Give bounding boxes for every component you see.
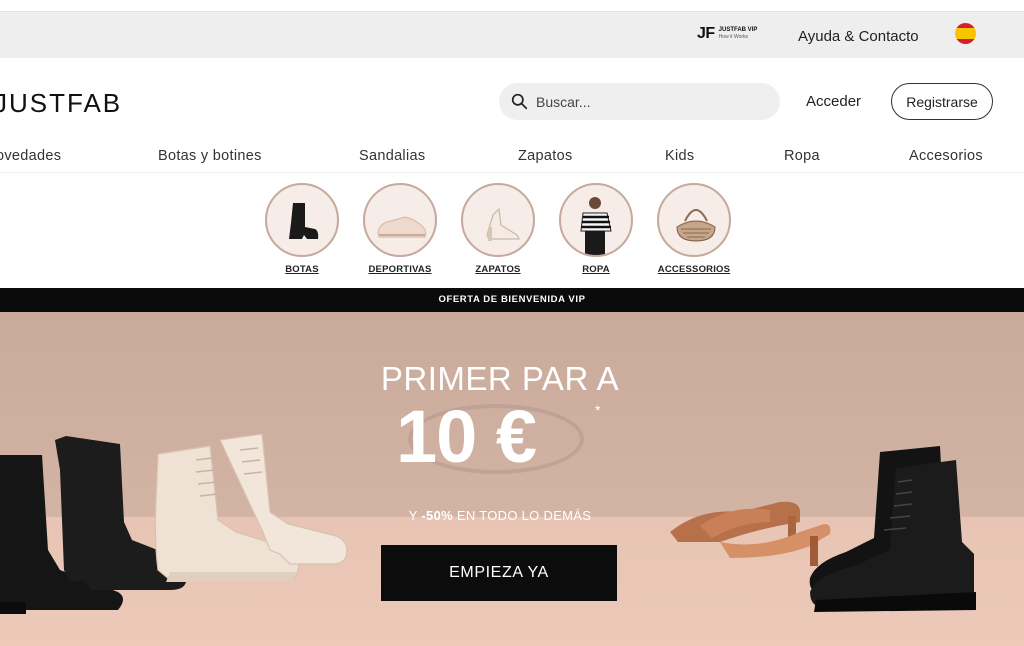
category-deportivas[interactable]: DEPORTIVAS — [360, 183, 440, 275]
shoes-right-image — [670, 446, 976, 612]
hero-sub-prefix: Y — [408, 508, 418, 523]
vip-logo-mark: JF — [697, 25, 715, 42]
handbag-icon — [657, 183, 731, 257]
nav-item-kids[interactable]: Kids — [665, 148, 694, 164]
brand-logo[interactable]: JUSTFAB — [0, 88, 122, 119]
clothing-icon — [559, 183, 633, 257]
hero-title: PRIMER PAR A — [380, 360, 620, 397]
main-nav: ovedades Botas y botines Sandalias Zapat… — [0, 144, 1024, 172]
search-input[interactable] — [536, 93, 756, 110]
hero-price-block: 10 € * — [390, 394, 620, 484]
category-label: ACCESSORIOS — [657, 264, 731, 275]
category-shortcuts: BOTAS DEPORTIVAS ZAPATOS ROPA ACCESSORIO… — [0, 173, 1024, 288]
sneaker-icon — [363, 183, 437, 257]
top-edge — [0, 0, 1024, 12]
category-label: BOTAS — [285, 264, 319, 275]
login-link[interactable]: Acceder — [806, 93, 861, 110]
vip-logo-line1: JUSTFAB VIP — [718, 27, 758, 33]
boot-icon — [265, 183, 339, 257]
vip-logo-line2: How it Works — [718, 34, 749, 40]
vip-logo[interactable]: JF JUSTFAB VIP How it Works — [697, 25, 757, 43]
category-ropa[interactable]: ROPA — [556, 183, 636, 275]
hero-subtitle: Y -50% EN TODO LO DEMÁS — [0, 508, 1000, 523]
category-label: ROPA — [582, 264, 610, 275]
category-label: ZAPATOS — [475, 264, 521, 275]
hero-sub-discount: -50% — [421, 508, 453, 523]
nav-item-zapatos[interactable]: Zapatos — [518, 148, 573, 164]
boots-left-image — [0, 433, 348, 614]
nav-item-novedades[interactable]: ovedades — [0, 148, 61, 164]
nav-item-sandalias[interactable]: Sandalias — [359, 148, 425, 164]
register-button[interactable]: Registrarse — [891, 83, 993, 120]
spain-flag-icon[interactable] — [955, 23, 976, 44]
hero-price: 10 € — [396, 395, 537, 478]
category-botas[interactable]: BOTAS — [262, 183, 342, 275]
site-header: JUSTFAB Acceder Registrarse — [0, 58, 1024, 144]
category-zapatos[interactable]: ZAPATOS — [458, 183, 538, 275]
utility-bar: JF JUSTFAB VIP How it Works Ayuda & Cont… — [0, 12, 1024, 58]
nav-item-ropa[interactable]: Ropa — [784, 148, 820, 164]
category-label: DEPORTIVAS — [368, 264, 432, 275]
search-icon — [511, 93, 528, 110]
vip-logo-text: JUSTFAB VIP How it Works — [719, 27, 758, 41]
help-contact-link[interactable]: Ayuda & Contacto — [798, 28, 919, 45]
heel-icon — [461, 183, 535, 257]
start-now-button[interactable]: EMPIEZA YA — [381, 545, 617, 601]
welcome-offer-banner[interactable]: OFERTA DE BIENVENIDA VIP — [0, 288, 1024, 312]
price-asterisk: * — [595, 402, 601, 418]
category-accessorios[interactable]: ACCESSORIOS — [654, 183, 734, 275]
nav-item-accesorios[interactable]: Accesorios — [909, 148, 983, 164]
nav-item-botas-botines[interactable]: Botas y botines — [158, 148, 262, 164]
hero-sub-suffix: EN TODO LO DEMÁS — [456, 508, 592, 523]
hero-banner: PRIMER PAR A 10 € * Y -50% EN TODO LO DE… — [0, 312, 1024, 646]
search-bar[interactable] — [499, 83, 780, 120]
